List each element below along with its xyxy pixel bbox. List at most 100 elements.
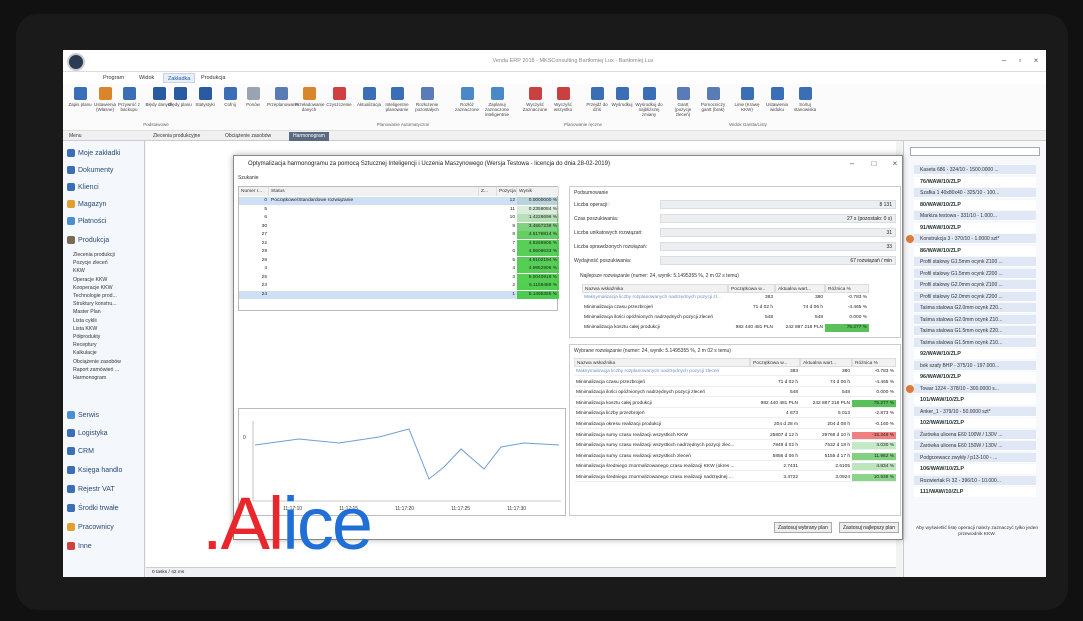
- list-header-0[interactable]: Numer r...: [239, 187, 269, 196]
- gantt-item-1[interactable]: 76/WAW/10/ZLP: [914, 176, 1036, 187]
- ribbon-button-14[interactable]: Rozłóż zaznaczone: [453, 87, 481, 112]
- gantt-item-28[interactable]: 111/WAW/10/ZLP: [914, 487, 1036, 497]
- gantt-item-7[interactable]: 86/WAW/10/ZLP: [914, 245, 1036, 256]
- sidebar-item-2[interactable]: Klienci: [67, 183, 99, 191]
- ribbon-button-17[interactable]: Wyczyść wszystko: [549, 87, 577, 112]
- minimize-icon[interactable]: –: [998, 56, 1010, 66]
- gantt-item-4[interactable]: Markiza testowa - 331/10 - 1.000...: [914, 211, 1036, 221]
- ribbon-button-25[interactable]: Sortuj stanowiska: [791, 87, 819, 112]
- ribbon-button-18[interactable]: Przejdź do dziś: [583, 87, 611, 112]
- solution-row-5[interactable]: 22 7 4.8266905 %: [239, 239, 559, 248]
- sidebar-item-11[interactable]: Środki trwałe: [67, 504, 118, 512]
- gantt-item-12[interactable]: Taśma stalowa G2.0mm ocynk Z20...: [914, 303, 1036, 313]
- sidebar-sub-14[interactable]: Raport zamówień ...: [73, 367, 119, 373]
- dialog-maximize-icon[interactable]: □: [868, 159, 880, 169]
- ribbon-button-5[interactable]: Statystyki: [191, 87, 219, 107]
- ribbon-button-13[interactable]: Rozłożenie pozostałych: [413, 87, 441, 112]
- sidebar-item-13[interactable]: Inne: [67, 542, 92, 550]
- gantt-item-0[interactable]: Kaseta 686 - 324/10 - 1500.0000 ...: [914, 165, 1036, 175]
- tab-menu[interactable]: Menu: [65, 132, 86, 141]
- tab-harmonogram[interactable]: Harmonogram: [289, 132, 329, 141]
- gantt-item-5[interactable]: 91/WAW/10/ZLP: [914, 222, 1036, 233]
- ribbon-button-4[interactable]: Błędy planu: [166, 87, 194, 107]
- solution-row-4[interactable]: 27 8 4.5178814 %: [239, 231, 559, 239]
- sidebar-sub-6[interactable]: Struktury konstru...: [73, 301, 117, 307]
- tab-zlecenia[interactable]: Zlecenia produkcyjne: [149, 132, 204, 141]
- right-search-input[interactable]: [910, 147, 1040, 156]
- ribbon-button-24[interactable]: Ustawienia widoku: [763, 87, 791, 112]
- menu-widok[interactable]: Widok: [135, 73, 158, 83]
- ribbon-button-12[interactable]: Inteligentne planowanie: [383, 87, 411, 112]
- ribbon-button-20[interactable]: Wyśrodkuj do najbliższej zmiany: [635, 87, 663, 117]
- gantt-item-15[interactable]: Taśma stalowa G1.5mm ocynk Z10...: [914, 337, 1036, 348]
- ribbon-button-9[interactable]: Przeładowanie danych: [295, 87, 325, 112]
- close-icon[interactable]: ×: [1030, 56, 1042, 66]
- sidebar-item-0[interactable]: Moje zakładki: [67, 149, 120, 157]
- sidebar-item-1[interactable]: Dokumenty: [67, 166, 113, 174]
- ribbon-button-0[interactable]: Zapis planu: [66, 87, 94, 107]
- sidebar-item-12[interactable]: Pracownicy: [67, 523, 114, 531]
- gantt-item-19[interactable]: Towar 1224 - 378/10 - 300.0000 s...: [914, 383, 1036, 394]
- sel-header-3[interactable]: Różnica %: [852, 358, 896, 367]
- sidebar-item-5[interactable]: Produkcja: [67, 236, 109, 244]
- tab-obciazenie[interactable]: Obciążenie zasobów: [221, 132, 275, 141]
- sidebar-sub-15[interactable]: Harmonogram: [73, 375, 106, 381]
- sidebar-sub-4[interactable]: Kooperacje KKW: [73, 285, 113, 291]
- gantt-item-23[interactable]: Żarówka ulicena E60 100W / 130V ...: [914, 429, 1036, 440]
- list-header-3[interactable]: Pozycja: [497, 187, 517, 196]
- maximize-icon[interactable]: ▫: [1014, 56, 1026, 66]
- sidebar-sub-2[interactable]: KKW: [73, 268, 85, 274]
- menu-zakladka[interactable]: Zakładka: [163, 73, 196, 83]
- gantt-item-3[interactable]: 80/WAW/10/ZLP: [914, 199, 1036, 210]
- ribbon-button-11[interactable]: Aktualizacja: [355, 87, 383, 107]
- gantt-item-17[interactable]: bok szafy BHP - 375/10 - 197.000...: [914, 360, 1036, 371]
- gantt-item-11[interactable]: Profil stalowy G2.0mm ocynk Z200 ...: [914, 291, 1036, 302]
- list-header-1[interactable]: Status: [269, 187, 479, 196]
- sidebar-sub-10[interactable]: Półprodukty: [73, 334, 100, 340]
- best-header-0[interactable]: Nazwa wskaźnika: [582, 284, 728, 293]
- sel-header-1[interactable]: Początkowa w...: [750, 358, 800, 367]
- sidebar-item-7[interactable]: Logistyka: [67, 429, 108, 437]
- gantt-item-2[interactable]: Szafka 1 40x80x40 - 325/10 - 100...: [914, 188, 1036, 198]
- sel-header-2[interactable]: Aktualna wart...: [800, 358, 852, 367]
- ribbon-button-22[interactable]: Pomocniczy gantt (brak): [699, 87, 727, 112]
- sidebar-sub-11[interactable]: Receptury: [73, 342, 97, 348]
- apply-best-button[interactable]: Zastosuj najlepszy plan: [839, 522, 899, 533]
- gantt-item-27[interactable]: Rozwiertak Fi 32 - 396/10 - 10.000...: [914, 475, 1036, 486]
- gantt-item-8[interactable]: Profil stalowy G1.5mm ocynk Z100 ...: [914, 257, 1036, 267]
- gantt-item-16[interactable]: 92/WAW/10/ZLP: [914, 349, 1036, 359]
- ribbon-button-23[interactable]: Linie (Krawę KKW): [733, 87, 761, 112]
- gantt-item-26[interactable]: 106/WAW/10/ZLP: [914, 464, 1036, 474]
- ribbon-button-10[interactable]: Czyszczenie: [325, 87, 353, 107]
- menu-program[interactable]: Program: [99, 73, 128, 83]
- solution-row-3[interactable]: 30 9 3.4567238 %: [239, 222, 559, 231]
- sidebar-item-9[interactable]: Księga handlo: [67, 466, 122, 474]
- gantt-item-9[interactable]: Profil stalowy G1.5mm ocynk Z200 ...: [914, 268, 1036, 279]
- sidebar-sub-5[interactable]: Technologie prod...: [73, 293, 117, 299]
- sidebar-sub-3[interactable]: Operacje KKW: [73, 277, 107, 283]
- ribbon-button-21[interactable]: Gantt (pozycje zleceń): [669, 87, 697, 117]
- sidebar-item-10[interactable]: Rejestr VAT: [67, 485, 115, 493]
- menu-produkcja[interactable]: Produkcja: [197, 73, 229, 83]
- sidebar-sub-7[interactable]: Master Plan: [73, 309, 101, 315]
- gantt-item-14[interactable]: Taśma stalowa G1.5mm ocynk Z20...: [914, 326, 1036, 336]
- solution-row-10[interactable]: 23 2 5.1159489 %: [239, 282, 559, 290]
- sidebar-item-8[interactable]: CRM: [67, 447, 94, 455]
- best-header-3[interactable]: Różnica %: [825, 284, 869, 293]
- ribbon-button-8[interactable]: Przeplanowanie: [267, 87, 299, 107]
- gantt-item-6[interactable]: Konstrukcja 3 - 370/10 - 1.0000 szt*: [914, 234, 1036, 244]
- ribbon-button-7[interactable]: Ponów: [239, 87, 267, 107]
- sidebar-sub-8[interactable]: Lista cyklii: [73, 318, 97, 324]
- solution-row-11[interactable]: 24 1 5.1495355 %: [239, 290, 559, 299]
- best-header-1[interactable]: Początkowa w...: [728, 284, 775, 293]
- solution-row-2[interactable]: 6 10 1.4228696 %: [239, 214, 559, 222]
- dialog-minimize-icon[interactable]: –: [846, 159, 858, 169]
- best-header-2[interactable]: Aktualna wart...: [775, 284, 825, 293]
- sidebar-item-6[interactable]: Serwis: [67, 411, 99, 419]
- sidebar-item-4[interactable]: Płatności: [67, 217, 106, 225]
- solution-row-9[interactable]: 25 3 5.0040918 %: [239, 273, 559, 282]
- list-header-4[interactable]: Wynik: [517, 187, 559, 196]
- dialog-close-icon[interactable]: ×: [889, 159, 901, 169]
- sidebar-sub-0[interactable]: Zlecenia produkcji: [73, 252, 115, 258]
- solution-row-0[interactable]: 0 Początkowe/Standardowe rozwiązanie 12 0.0…: [239, 197, 559, 205]
